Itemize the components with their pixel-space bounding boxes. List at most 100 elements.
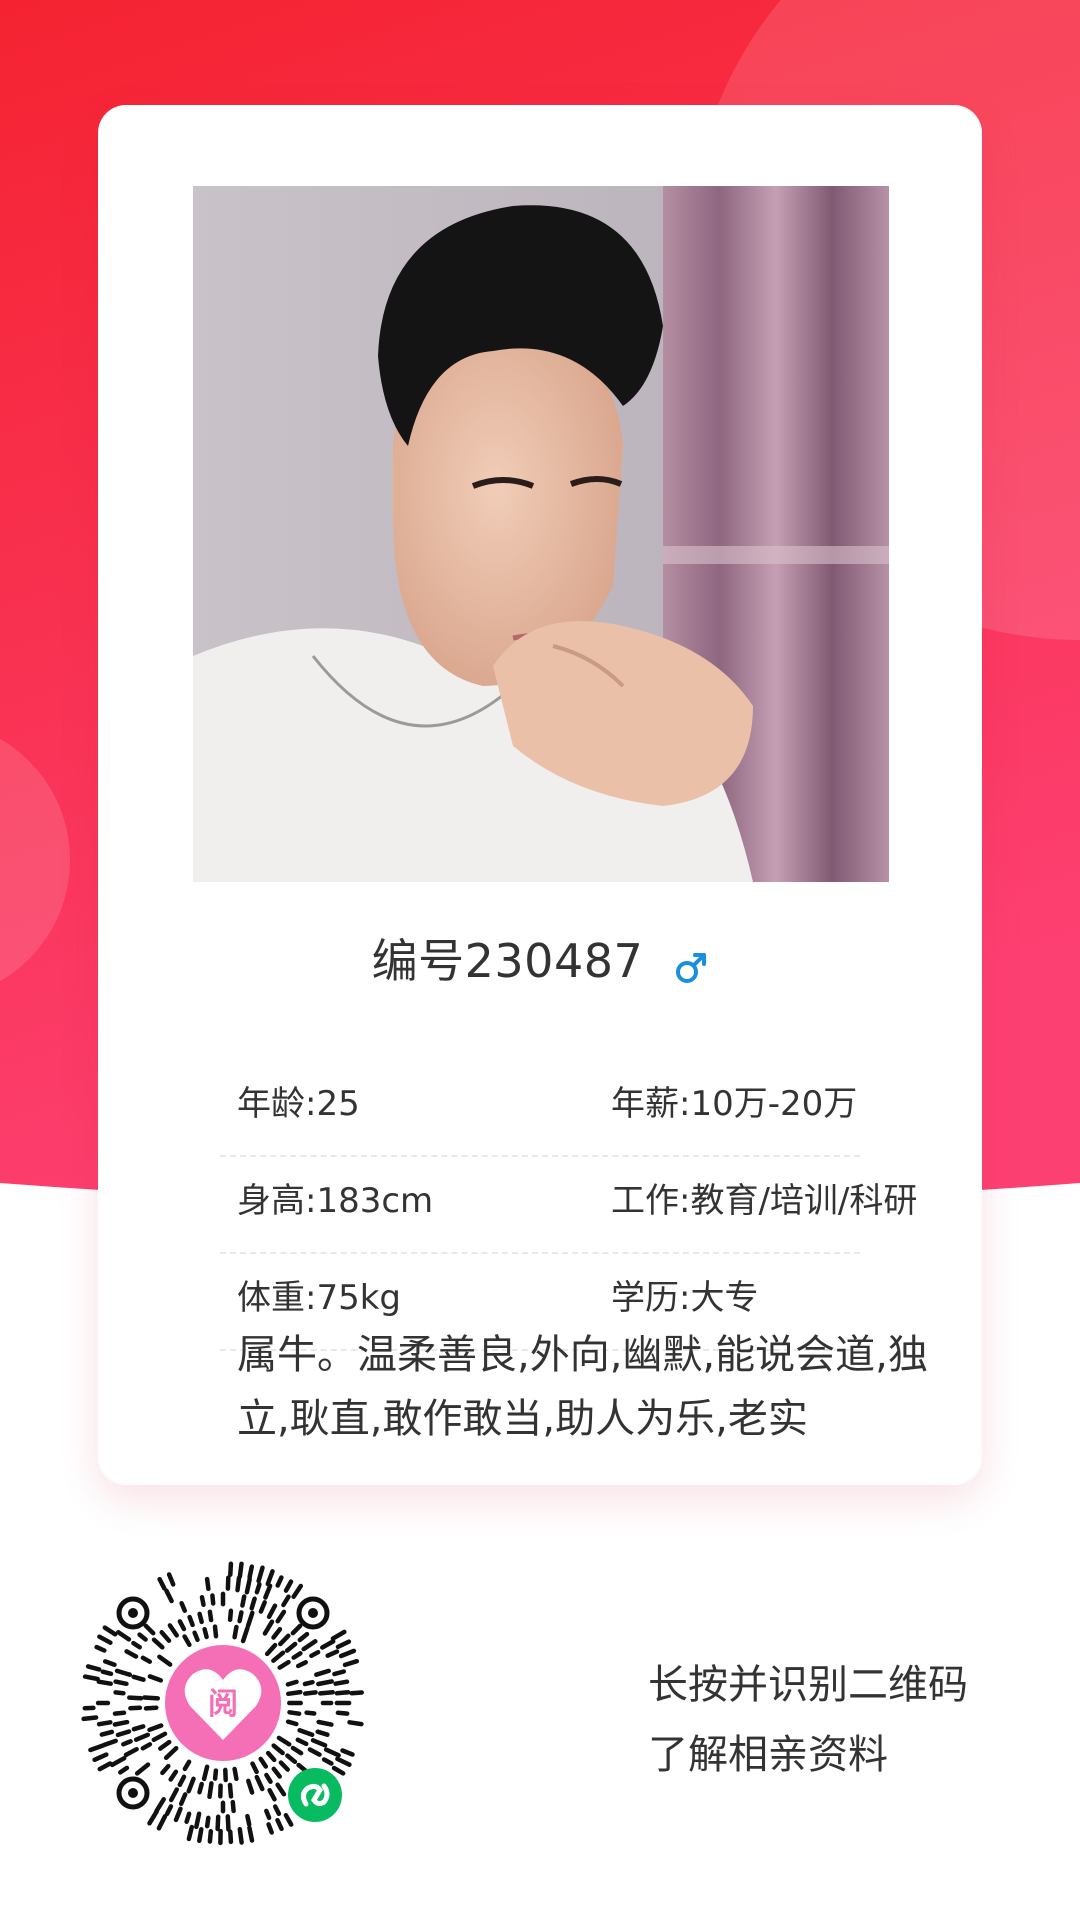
qr-dash — [156, 1814, 168, 1831]
qr-dash — [112, 1719, 130, 1727]
qr-dash — [262, 1619, 275, 1636]
qr-dash — [102, 1625, 118, 1637]
mini-program-qr-code[interactable]: 阅 — [78, 1558, 368, 1848]
qr-dash — [184, 1811, 192, 1824]
qr-dash — [137, 1632, 148, 1642]
qr-dash — [330, 1629, 347, 1641]
qr-dash — [275, 1575, 284, 1588]
qr-dash — [315, 1729, 330, 1737]
qr-dash — [100, 1669, 114, 1677]
qr-dash — [276, 1735, 292, 1747]
qr-dash — [147, 1723, 164, 1733]
qr-dash — [168, 1769, 179, 1782]
qr-dash — [197, 1611, 204, 1625]
qr-dash — [143, 1623, 156, 1636]
qr-dash — [247, 1825, 255, 1843]
qr-dash — [302, 1679, 315, 1687]
qr-dash — [133, 1732, 151, 1742]
qr-dash — [297, 1631, 310, 1643]
qr-dash — [147, 1674, 164, 1683]
qr-dash — [320, 1639, 336, 1650]
qr-dash — [154, 1797, 166, 1814]
qr-dash — [194, 1811, 202, 1830]
qr-dash — [301, 1639, 318, 1652]
qr-dash — [325, 1649, 340, 1658]
qr-dash — [286, 1689, 303, 1697]
qr-dash — [266, 1822, 274, 1835]
qr-dash — [88, 1743, 106, 1753]
qr-dash — [186, 1776, 196, 1794]
qr-dash — [334, 1690, 351, 1696]
qr-caption-line-1: 长按并识别二维码 — [648, 1662, 968, 1708]
height-label: 身高:183cm — [237, 1181, 434, 1221]
qr-dash — [124, 1649, 139, 1659]
qr-dash — [285, 1753, 298, 1765]
qr-dash — [254, 1582, 262, 1595]
profile-title: 编号230487 — [98, 925, 982, 991]
qr-dash — [265, 1750, 277, 1763]
qr-dash — [275, 1609, 287, 1624]
qr-dash — [164, 1804, 174, 1817]
qr-dash — [215, 1814, 221, 1832]
salary-label: 年薪:10万-20万 — [611, 1084, 858, 1124]
qr-dash — [291, 1583, 304, 1600]
qr-dash — [230, 1799, 236, 1814]
qr-dash — [166, 1572, 176, 1587]
qr-dash — [163, 1745, 179, 1761]
qr-dash — [186, 1824, 195, 1842]
qr-dash — [347, 1720, 364, 1727]
qr-dash — [179, 1600, 188, 1613]
qr-dash — [227, 1608, 234, 1623]
qr-dash — [333, 1679, 350, 1686]
qr-dash — [265, 1569, 275, 1587]
qr-dash — [297, 1728, 315, 1738]
qr-dash — [131, 1724, 146, 1732]
qr-dash — [199, 1594, 206, 1608]
qr-dash — [264, 1642, 278, 1657]
qr-dash — [302, 1690, 318, 1696]
qr-dash — [271, 1650, 286, 1663]
qr-dash — [264, 1772, 273, 1784]
qr-dash — [316, 1719, 334, 1727]
qr-dash — [157, 1654, 173, 1667]
qr-dash — [113, 1690, 126, 1696]
qr-dash — [94, 1644, 107, 1653]
qr-dash — [307, 1747, 322, 1757]
qr-dash — [143, 1705, 159, 1711]
qr-dash — [250, 1761, 259, 1775]
qr-dash — [278, 1633, 291, 1647]
qr-dash — [197, 1827, 204, 1844]
mini-program-icon — [288, 1768, 342, 1822]
qr-dash — [140, 1655, 153, 1664]
qr-dash — [290, 1745, 304, 1756]
qr-dash — [285, 1719, 299, 1727]
qr-dash — [225, 1814, 231, 1832]
qr-dash — [284, 1641, 298, 1653]
qr-dash — [164, 1588, 174, 1604]
qr-dash — [151, 1637, 165, 1650]
qr-logo: 阅 — [165, 1645, 281, 1761]
qr-dash — [207, 1781, 214, 1800]
qr-dash — [318, 1689, 335, 1696]
qr-dash — [121, 1739, 133, 1747]
qr-dash — [182, 1634, 192, 1648]
qr-dash — [115, 1729, 132, 1738]
qr-dash — [96, 1720, 113, 1727]
qr-dash — [151, 1731, 168, 1743]
qr-dash — [168, 1787, 180, 1803]
qr-dash — [112, 1710, 127, 1716]
detail-row: 年龄:25 年薪:10万-20万 — [220, 1060, 860, 1157]
qr-dash — [263, 1583, 273, 1600]
qr-dash — [258, 1600, 267, 1614]
qr-caption-line-2: 了解相亲资料 — [648, 1732, 888, 1778]
qr-dash — [271, 1766, 282, 1779]
qr-dash — [266, 1603, 278, 1620]
qr-dash — [254, 1774, 265, 1792]
qr-dash — [244, 1576, 252, 1595]
qr-dash — [271, 1626, 283, 1640]
qr-dash — [287, 1710, 302, 1716]
qr-dash — [272, 1804, 282, 1817]
qr-dash — [82, 1674, 100, 1682]
qr-dash — [204, 1815, 211, 1829]
profile-details: 年龄:25 年薪:10万-20万 身高:183cm 工作:教育/培训/科研 体重… — [220, 1060, 917, 1351]
